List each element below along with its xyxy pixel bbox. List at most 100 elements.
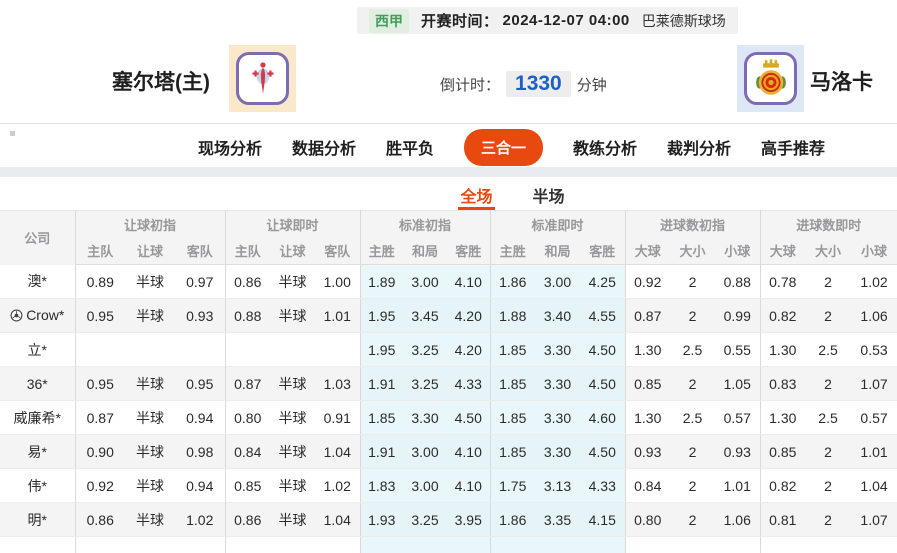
odds-cell[interactable]: 1.04 xyxy=(315,434,360,469)
odds-cell[interactable]: 4.60 xyxy=(580,400,625,435)
tab-referee-analysis[interactable]: 裁判分析 xyxy=(667,135,731,159)
odds-cell: 0.98 xyxy=(175,434,225,469)
odds-cell[interactable]: 0.80 xyxy=(224,400,270,435)
odds-cell[interactable]: 4.15 xyxy=(580,502,625,537)
company-cell: 威廉希* xyxy=(0,400,75,435)
odds-cell[interactable]: 3.00 xyxy=(535,264,580,299)
odds-cell[interactable]: 0.85 xyxy=(759,434,806,469)
odds-cell[interactable]: 3.13 xyxy=(535,468,580,503)
tab-three-in-one[interactable]: 三合一 xyxy=(463,128,543,166)
tab-live-analysis[interactable]: 现场分析 xyxy=(198,135,262,159)
odds-cell: 1.06 xyxy=(715,502,761,537)
kickoff-label: 开赛时间： xyxy=(421,13,499,30)
odds-cell[interactable]: 4.25 xyxy=(580,264,625,299)
tab-win-draw-lose[interactable]: 胜平负 xyxy=(386,135,434,159)
odds-cell[interactable]: 半球 xyxy=(270,400,315,435)
odds-cell[interactable]: 1.88 xyxy=(489,298,535,333)
odds-cell[interactable]: 3.30 xyxy=(535,434,580,469)
odds-cell xyxy=(74,332,125,367)
odds-cell[interactable]: 2 xyxy=(805,264,852,299)
odds-cell[interactable]: 半球 xyxy=(270,434,315,469)
odds-cell: 4.33 xyxy=(447,366,490,401)
odds-cell[interactable]: 1.85 xyxy=(489,434,535,469)
odds-cell[interactable]: 1.85 xyxy=(489,400,535,435)
odds-cell[interactable]: 半球 xyxy=(270,468,315,503)
odds-cell: 0.84 xyxy=(624,468,670,503)
odds-cell[interactable]: 0.85 xyxy=(224,468,270,503)
odds-cell[interactable]: 0.83 xyxy=(759,366,806,401)
table-row: 36* 0.95 半球 0.95 0.87 半球 1.03 1.91 3.25 4.33 1.85 3… xyxy=(0,366,897,401)
odds-cell[interactable]: 3.30 xyxy=(535,332,580,367)
odds-cell[interactable]: 2 xyxy=(805,468,852,503)
odds-cell[interactable]: 1.85 xyxy=(489,366,535,401)
odds-cell: 0.93 xyxy=(624,434,670,469)
odds-cell[interactable]: 0.82 xyxy=(759,468,806,503)
tab-data-analysis[interactable]: 数据分析 xyxy=(292,135,356,159)
odds-cell[interactable]: 0.57 xyxy=(851,400,897,435)
odds-cell[interactable]: 半球 xyxy=(270,366,315,401)
odds-cell[interactable]: 4.50 xyxy=(580,332,625,367)
odds-cell[interactable]: 1.86 xyxy=(489,502,535,537)
odds-cell[interactable]: 1.01 xyxy=(851,434,897,469)
odds-cell[interactable]: 1.01 xyxy=(315,298,360,333)
odds-cell[interactable]: 0.53 xyxy=(851,332,897,367)
odds-cell xyxy=(851,537,897,553)
odds-cell xyxy=(403,536,447,553)
group-header: 让球初指 xyxy=(74,210,225,238)
odds-cell[interactable]: 0.84 xyxy=(224,434,270,469)
odds-cell[interactable]: 4.55 xyxy=(580,298,625,333)
odds-cell[interactable]: 半球 xyxy=(270,502,315,537)
odds-cell: 3.25 xyxy=(403,366,447,401)
tab-coach-analysis[interactable]: 教练分析 xyxy=(573,135,637,159)
odds-cell[interactable]: 0.87 xyxy=(224,366,270,401)
odds-cell[interactable]: 1.30 xyxy=(759,400,806,435)
odds-cell[interactable]: 4.50 xyxy=(580,434,625,469)
column-header: 和局 xyxy=(535,237,580,265)
odds-cell[interactable]: 0.81 xyxy=(759,502,806,537)
odds-cell[interactable]: 3.30 xyxy=(535,366,580,401)
odds-cell[interactable]: 4.33 xyxy=(580,468,625,503)
odds-cell[interactable]: 2 xyxy=(805,366,852,401)
odds-cell[interactable]: 3.30 xyxy=(535,400,580,435)
column-header: 让球 xyxy=(125,237,175,265)
odds-cell[interactable]: 1.03 xyxy=(315,366,360,401)
odds-cell[interactable]: 1.07 xyxy=(851,366,897,401)
odds-cell[interactable] xyxy=(270,332,315,367)
odds-cell[interactable]: 1.75 xyxy=(489,468,535,503)
odds-cell[interactable]: 1.06 xyxy=(851,298,897,333)
odds-cell[interactable]: 1.02 xyxy=(315,468,360,503)
odds-cell[interactable]: 3.40 xyxy=(535,298,580,333)
odds-cell[interactable]: 1.30 xyxy=(759,332,806,367)
odds-cell[interactable]: 0.82 xyxy=(759,298,806,333)
odds-cell[interactable]: 2.5 xyxy=(805,400,852,435)
away-team-logo xyxy=(737,45,804,112)
odds-cell[interactable]: 4.50 xyxy=(580,366,625,401)
odds-cell xyxy=(74,536,125,553)
odds-cell[interactable]: 1.07 xyxy=(851,502,897,537)
subtab-half-match[interactable]: 半场 xyxy=(531,180,567,210)
odds-cell[interactable]: 半球 xyxy=(270,264,315,299)
odds-cell[interactable]: 0.86 xyxy=(224,502,270,537)
odds-cell[interactable]: 1.86 xyxy=(489,264,535,299)
odds-cell[interactable]: 3.35 xyxy=(535,502,580,537)
odds-cell[interactable]: 2.5 xyxy=(805,332,852,367)
odds-cell[interactable]: 1.04 xyxy=(315,502,360,537)
odds-cell[interactable]: 1.00 xyxy=(315,264,360,299)
odds-cell: 4.10 xyxy=(447,264,490,299)
odds-cell[interactable]: 1.85 xyxy=(489,332,535,367)
tab-expert-picks[interactable]: 高手推荐 xyxy=(761,135,825,159)
odds-cell[interactable]: 0.91 xyxy=(315,400,360,435)
odds-cell[interactable]: 2 xyxy=(805,298,852,333)
odds-cell[interactable] xyxy=(224,332,270,367)
odds-cell[interactable]: 2 xyxy=(805,434,852,469)
odds-cell[interactable]: 2 xyxy=(805,502,852,537)
odds-cell[interactable]: 1.04 xyxy=(851,468,897,503)
odds-cell[interactable]: 0.78 xyxy=(759,264,806,299)
odds-cell[interactable]: 0.88 xyxy=(224,298,270,333)
odds-cell[interactable]: 1.02 xyxy=(851,264,897,299)
subtab-full-match[interactable]: 全场 xyxy=(458,180,495,210)
column-header: 让球 xyxy=(270,237,315,265)
odds-cell[interactable]: 0.86 xyxy=(224,264,270,299)
odds-cell[interactable] xyxy=(315,332,360,367)
odds-cell[interactable]: 半球 xyxy=(270,298,315,333)
